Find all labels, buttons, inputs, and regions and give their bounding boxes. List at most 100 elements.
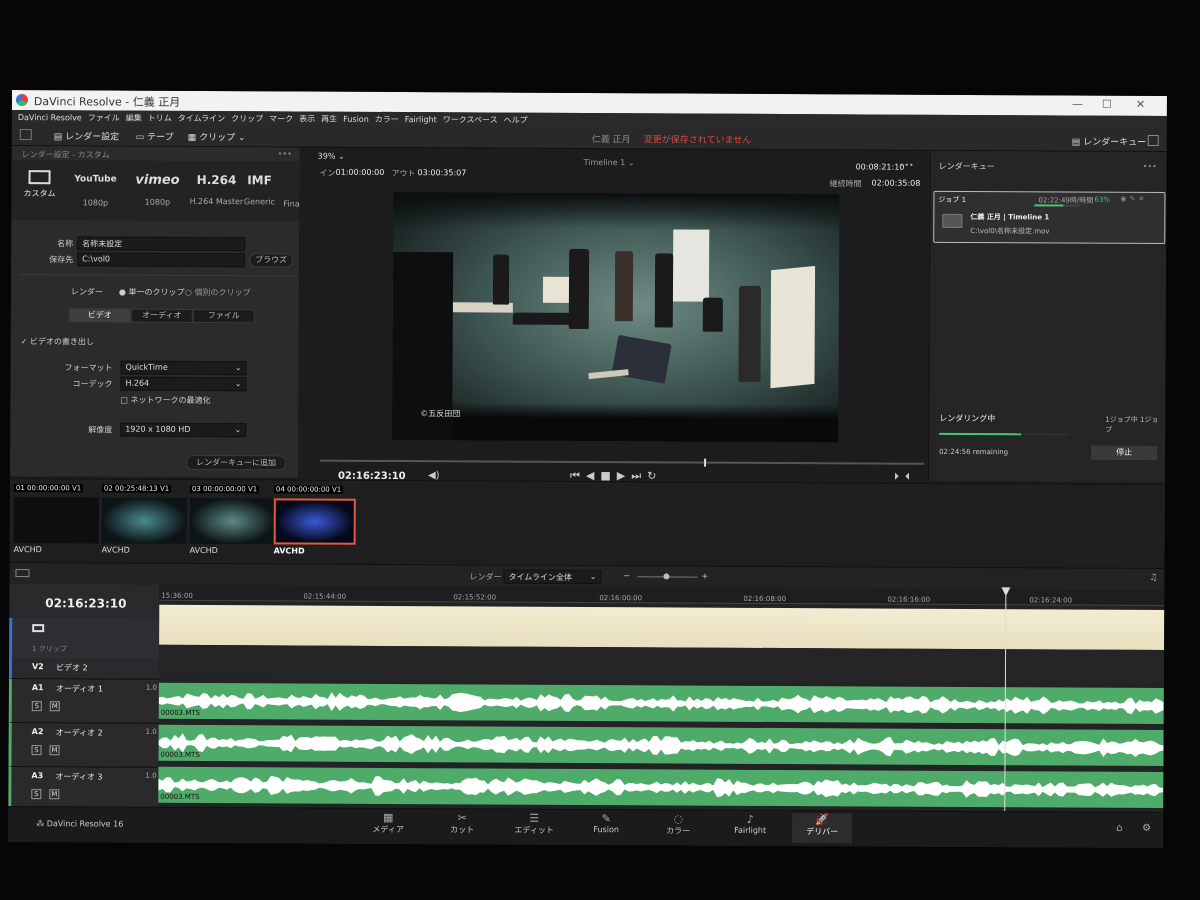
menu-item[interactable]: 編集 bbox=[126, 114, 142, 123]
menu-item[interactable]: トリム bbox=[148, 114, 172, 123]
page-cut[interactable]: ✂ カット bbox=[432, 811, 492, 835]
music-note-icon: ♪ bbox=[746, 812, 754, 826]
resolution-label: 解像度 bbox=[88, 425, 113, 435]
job-preview-icon[interactable]: ◉ bbox=[1120, 195, 1129, 203]
expand-icon[interactable] bbox=[1147, 134, 1159, 147]
project-title: 仁義 正月 bbox=[132, 95, 181, 109]
menu-item[interactable]: Fairlight bbox=[405, 115, 437, 124]
individual-clips-radio[interactable]: ○ 個別のクリップ bbox=[185, 287, 251, 298]
audio-clip-a3[interactable] bbox=[158, 766, 1164, 809]
codec-select[interactable]: H.264 ⌄ bbox=[120, 376, 247, 392]
menu-item[interactable]: Fusion bbox=[343, 115, 369, 124]
actor bbox=[492, 254, 510, 305]
zoom-out-icon[interactable]: − bbox=[623, 571, 630, 580]
clip-thumbnail-selected[interactable] bbox=[273, 498, 356, 545]
next-frame-icon[interactable]: ⏵ bbox=[894, 472, 905, 483]
timeline-view-icon[interactable] bbox=[15, 569, 30, 578]
browse-button[interactable]: ブラウズ bbox=[249, 253, 294, 268]
mute-button[interactable]: M bbox=[49, 745, 60, 756]
ruler-tick: 15:36:00 bbox=[161, 591, 193, 600]
tab-video[interactable]: ビデオ bbox=[68, 308, 131, 323]
preset-imf[interactable]: IMF Generic bbox=[237, 173, 281, 206]
audio-clip-a1[interactable] bbox=[158, 682, 1164, 725]
timeline-name[interactable]: Timeline 1 ⌄ bbox=[584, 158, 635, 167]
a1-track-header: A1 オーディオ 1 1.0 S M bbox=[8, 677, 159, 723]
close-icon[interactable]: ✕ bbox=[1138, 195, 1147, 203]
remaining-time: 02:24:56 remaining bbox=[939, 447, 1009, 457]
preset-youtube[interactable]: YouTube 1080p bbox=[65, 174, 125, 207]
actor bbox=[702, 297, 723, 332]
preset-final[interactable]: Fina bbox=[283, 199, 299, 208]
duration-options-icon[interactable]: ••• bbox=[900, 161, 914, 170]
options-icon[interactable]: ••• bbox=[278, 149, 292, 158]
track-headers: 02:16:23:10 1 クリップ V2 ビデオ 2 A1 オーディオ 1 1… bbox=[8, 583, 160, 807]
video-clip[interactable] bbox=[159, 604, 1165, 651]
prev-frame-icon[interactable]: ⏴ bbox=[905, 472, 916, 483]
clip-thumbnail[interactable] bbox=[101, 497, 187, 544]
menu-item[interactable]: ファイル bbox=[88, 113, 120, 122]
total-duration-tc: 02:00:35:08 bbox=[871, 178, 921, 188]
page-deliver[interactable]: 🚀 デリバー bbox=[792, 813, 853, 844]
page-edit[interactable]: ☰ エディット bbox=[504, 812, 564, 836]
menu-item[interactable]: 再生 bbox=[321, 115, 337, 124]
menu-item[interactable]: 表示 bbox=[299, 115, 315, 124]
queue-options-icon[interactable]: ••• bbox=[1143, 162, 1157, 171]
resolution-select[interactable]: 1920 x 1080 HD ⌄ bbox=[120, 422, 247, 438]
music-note-icon[interactable]: ♫ bbox=[1149, 573, 1157, 583]
scrubber-track[interactable] bbox=[320, 458, 925, 467]
zoom-in-icon[interactable]: + bbox=[701, 572, 708, 581]
tab-audio[interactable]: オーディオ bbox=[130, 308, 193, 323]
menu-item[interactable]: ヘルプ bbox=[504, 116, 528, 125]
zoom-select[interactable]: 39% ⌄ bbox=[318, 152, 345, 161]
clip-thumbnail[interactable] bbox=[13, 497, 99, 544]
add-to-queue-button[interactable]: レンダーキューに追加 bbox=[186, 454, 287, 471]
codec-label: コーデック bbox=[72, 379, 113, 389]
preset-custom[interactable]: カスタム bbox=[19, 170, 59, 199]
home-icon[interactable]: ⌂ bbox=[1116, 823, 1122, 834]
solo-button[interactable]: S bbox=[31, 745, 42, 756]
media-icon: ▦ bbox=[382, 810, 394, 825]
export-video-checkbox[interactable]: ✓ ビデオの書き出し bbox=[21, 336, 94, 347]
track-level: 1.0 bbox=[145, 683, 158, 692]
panel-toggle-icon[interactable] bbox=[19, 129, 32, 141]
menu-item[interactable]: クリップ bbox=[231, 114, 263, 123]
mute-button[interactable]: M bbox=[49, 701, 60, 712]
preset-vimeo[interactable]: vimeo 1080p bbox=[127, 173, 187, 207]
tab-file[interactable]: ファイル bbox=[192, 308, 255, 324]
gear-icon[interactable]: ⚙ bbox=[1142, 823, 1151, 834]
page-color[interactable]: ◌ カラー bbox=[648, 812, 708, 836]
edit-icon[interactable]: ✎ bbox=[1130, 195, 1139, 203]
menu-item[interactable]: タイムライン bbox=[178, 114, 225, 123]
render-job-card[interactable]: ジョブ 1 02:22:49時/時間 63% ◉✎✕ 仁義 正月 | Timel… bbox=[933, 190, 1166, 245]
audience-front bbox=[452, 402, 839, 443]
name-field[interactable]: 名称未設定 bbox=[77, 236, 246, 252]
page-media[interactable]: ▦ メディア bbox=[358, 811, 418, 835]
maximize-icon[interactable]: ☐ bbox=[1102, 98, 1112, 111]
clip-thumbnail[interactable] bbox=[189, 497, 275, 545]
page-fairlight[interactable]: ♪ Fairlight bbox=[720, 813, 780, 835]
minimize-icon[interactable]: — bbox=[1072, 98, 1083, 111]
close-icon[interactable]: ✕ bbox=[1136, 98, 1145, 111]
tape-button[interactable]: ▭ テープ bbox=[136, 130, 174, 143]
zoom-slider[interactable] bbox=[637, 573, 698, 580]
menu-item[interactable]: マーク bbox=[269, 114, 293, 123]
render-queue-button[interactable]: ▤ レンダーキュー bbox=[1072, 135, 1146, 148]
single-clip-radio[interactable]: ● 単一のクリップ bbox=[119, 287, 185, 298]
mute-button[interactable]: M bbox=[49, 789, 60, 800]
clip-button[interactable]: ▦ クリップ ⌄ bbox=[188, 130, 246, 143]
format-select[interactable]: QuickTime ⌄ bbox=[120, 360, 247, 376]
menu-item[interactable]: ワークスペース bbox=[443, 115, 498, 124]
menu-item[interactable]: DaVinci Resolve bbox=[18, 113, 82, 122]
solo-button[interactable]: S bbox=[31, 789, 42, 800]
solo-button[interactable]: S bbox=[31, 701, 42, 712]
render-range-select[interactable]: タイムライン全体 ⌄ bbox=[503, 569, 602, 585]
audio-clip-a2[interactable] bbox=[158, 724, 1164, 767]
scrubber-playhead[interactable] bbox=[704, 458, 707, 467]
render-settings-button[interactable]: ▤ レンダー設定 bbox=[54, 129, 119, 142]
menu-item[interactable]: カラー bbox=[375, 115, 399, 124]
page-fusion[interactable]: ✎ Fusion bbox=[576, 812, 636, 834]
location-field[interactable]: C:\vol0 bbox=[77, 252, 246, 268]
stop-button[interactable]: 停止 bbox=[1091, 445, 1158, 461]
network-optimize-checkbox[interactable]: □ ネットワークの最適化 bbox=[120, 395, 210, 406]
zoom-slider-knob[interactable] bbox=[663, 573, 670, 580]
